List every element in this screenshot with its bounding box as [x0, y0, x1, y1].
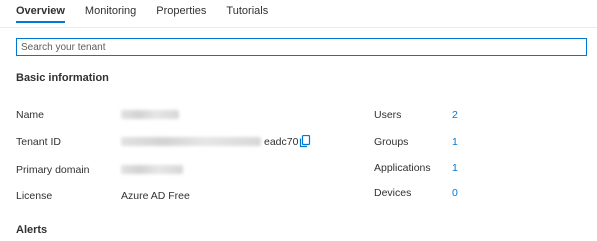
primary-domain-label: Primary domain [16, 164, 90, 176]
tab-bar: Overview Monitoring Properties Tutorials [16, 0, 288, 24]
redacted-tenant-id [121, 136, 261, 146]
tab-properties[interactable]: Properties [156, 0, 206, 24]
tenant-overview-page: Overview Monitoring Properties Tutorials… [0, 0, 597, 241]
name-value [121, 108, 179, 120]
license-label: License [16, 190, 53, 202]
primary-domain-value [121, 163, 183, 175]
alerts-heading: Alerts [16, 224, 48, 236]
users-count-link[interactable]: 2 [452, 109, 458, 121]
groups-label: Groups [374, 136, 409, 148]
tenant-id-value [121, 135, 261, 147]
search-tenant-input[interactable] [16, 38, 587, 56]
devices-count-link[interactable]: 0 [452, 187, 458, 199]
devices-label: Devices [374, 187, 412, 199]
users-label: Users [374, 109, 402, 121]
tenant-id-label: Tenant ID [16, 136, 61, 148]
copy-icon[interactable] [299, 135, 311, 148]
tab-monitoring[interactable]: Monitoring [85, 0, 136, 24]
redacted-name [121, 109, 179, 119]
tenant-id-suffix: eadc70 [264, 136, 299, 148]
name-label: Name [16, 109, 45, 121]
groups-count-link[interactable]: 1 [452, 136, 458, 148]
applications-count-link[interactable]: 1 [452, 162, 458, 174]
tab-tutorials[interactable]: Tutorials [226, 0, 268, 24]
tabs-divider [0, 27, 597, 28]
tab-overview[interactable]: Overview [16, 0, 65, 24]
basic-information-heading: Basic information [16, 72, 109, 84]
redacted-primary-domain [121, 164, 183, 174]
applications-label: Applications [374, 162, 431, 174]
license-value: Azure AD Free [121, 190, 190, 202]
